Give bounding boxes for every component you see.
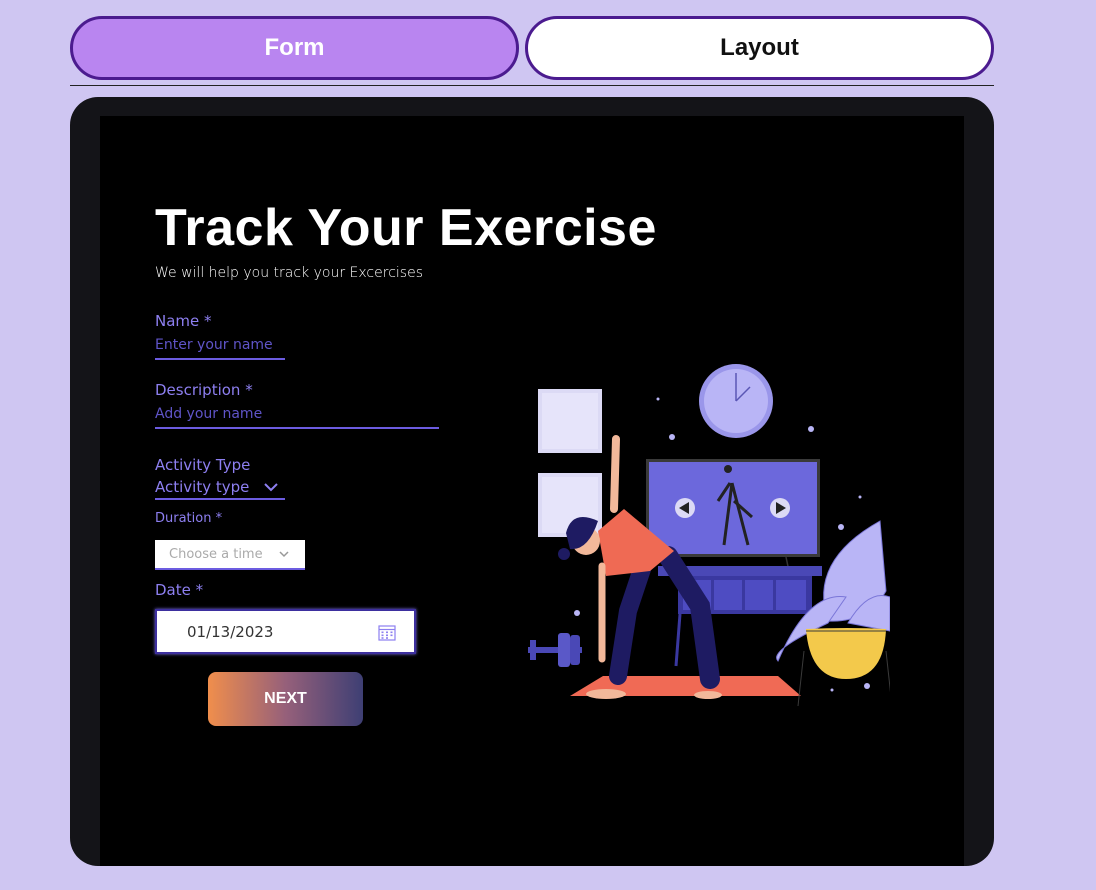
activity-type-label: Activity Type — [155, 456, 251, 474]
form-screen: Track Your Exercise We will help you tra… — [100, 116, 964, 866]
tab-divider — [70, 85, 994, 86]
tab-bar: Form Layout — [70, 16, 994, 86]
calendar-icon[interactable] — [378, 624, 396, 641]
tab-form[interactable]: Form — [70, 16, 519, 80]
activity-type-value: Activity type — [155, 478, 250, 496]
date-input[interactable]: 01/13/2023 — [155, 609, 416, 654]
page-title: Track Your Exercise — [155, 199, 657, 257]
tab-layout[interactable]: Layout — [525, 16, 994, 80]
description-label: Description * — [155, 381, 253, 399]
duration-label: Duration * — [155, 511, 223, 526]
exercise-illustration — [528, 364, 890, 707]
activity-type-select[interactable]: Activity type — [155, 476, 285, 500]
page-subtitle: We will help you track your Excercises — [155, 265, 423, 281]
date-value: 01/13/2023 — [187, 622, 274, 641]
next-button[interactable]: NEXT — [208, 672, 363, 726]
date-label: Date * — [155, 581, 204, 599]
duration-select[interactable]: Choose a time — [155, 540, 305, 570]
name-label: Name * — [155, 312, 212, 330]
duration-value: Choose a time — [169, 546, 263, 562]
device-frame: Track Your Exercise We will help you tra… — [70, 97, 994, 866]
chevron-down-icon — [279, 550, 289, 557]
name-input[interactable] — [155, 335, 285, 360]
description-input[interactable] — [155, 404, 439, 429]
chevron-down-icon — [264, 483, 279, 492]
